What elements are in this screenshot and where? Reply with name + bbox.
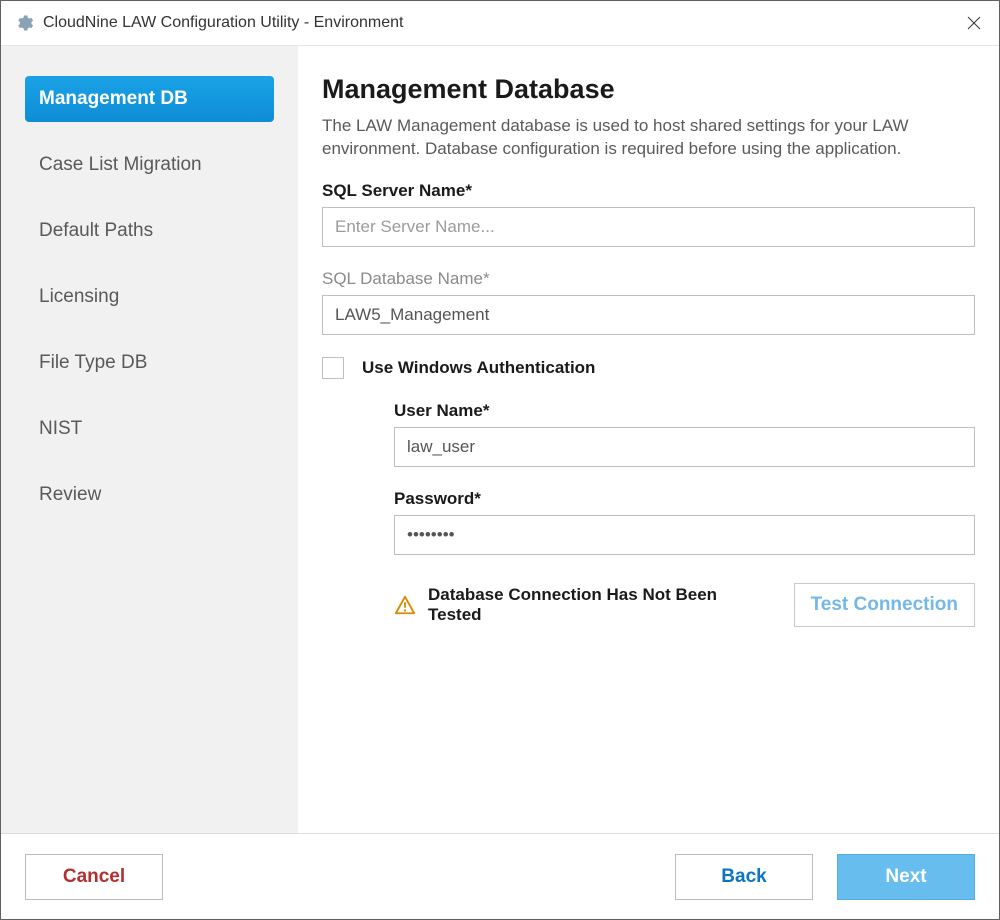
body: Management DB Case List Migration Defaul… [1, 46, 999, 833]
sidebar-item-default-paths[interactable]: Default Paths [25, 208, 274, 254]
sidebar-item-management-db[interactable]: Management DB [25, 76, 274, 122]
windows-auth-row: Use Windows Authentication [322, 357, 975, 379]
close-button[interactable] [949, 1, 999, 45]
sql-server-label: SQL Server Name* [322, 181, 975, 201]
sidebar-item-review[interactable]: Review [25, 472, 274, 518]
field-sql-db: SQL Database Name* [322, 269, 975, 335]
sidebar-item-nist[interactable]: NIST [25, 406, 274, 452]
field-password: Password* [394, 489, 975, 555]
username-label: User Name* [394, 401, 975, 421]
password-input[interactable] [394, 515, 975, 555]
footer: Cancel Back Next [1, 833, 999, 919]
test-connection-button[interactable]: Test Connection [794, 583, 975, 627]
cancel-button[interactable]: Cancel [25, 854, 163, 900]
page-description: The LAW Management database is used to h… [322, 115, 975, 161]
status-text: Database Connection Has Not Been Tested [428, 585, 774, 625]
sidebar-item-case-list-migration[interactable]: Case List Migration [25, 142, 274, 188]
sidebar: Management DB Case List Migration Defaul… [1, 46, 298, 833]
windows-auth-checkbox[interactable] [322, 357, 344, 379]
window-title: CloudNine LAW Configuration Utility - En… [43, 14, 949, 32]
windows-auth-label: Use Windows Authentication [362, 358, 595, 378]
status-row: Database Connection Has Not Been Tested … [394, 583, 975, 627]
username-input[interactable] [394, 427, 975, 467]
sql-server-input[interactable] [322, 207, 975, 247]
sql-db-label: SQL Database Name* [322, 269, 975, 289]
sidebar-item-file-type-db[interactable]: File Type DB [25, 340, 274, 386]
field-username: User Name* [394, 401, 975, 467]
sidebar-item-licensing[interactable]: Licensing [25, 274, 274, 320]
field-sql-server: SQL Server Name* [322, 181, 975, 247]
gear-icon [13, 12, 35, 34]
back-button[interactable]: Back [675, 854, 813, 900]
window: CloudNine LAW Configuration Utility - En… [0, 0, 1000, 920]
close-icon [967, 16, 981, 30]
warning-icon [394, 594, 416, 616]
titlebar: CloudNine LAW Configuration Utility - En… [1, 1, 999, 46]
sql-db-input[interactable] [322, 295, 975, 335]
next-button[interactable]: Next [837, 854, 975, 900]
main-panel: Management Database The LAW Management d… [298, 46, 999, 833]
auth-block: User Name* Password* Databas [394, 401, 975, 627]
password-label: Password* [394, 489, 975, 509]
page-title: Management Database [322, 74, 975, 105]
